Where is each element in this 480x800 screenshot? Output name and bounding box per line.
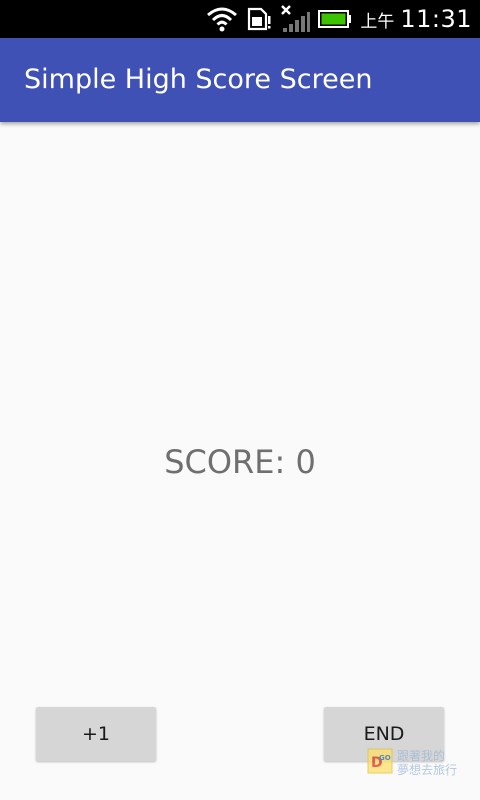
svg-text:GO: GO — [379, 754, 391, 762]
watermark-line1: 跟著我的 — [397, 749, 446, 763]
battery-icon — [318, 9, 352, 29]
clock: 上午 11:31 — [360, 5, 472, 33]
increment-button[interactable]: +1 — [36, 707, 156, 761]
screen: 上午 11:31 Simple High Score Screen SCORE:… — [0, 0, 480, 800]
clock-ampm: 上午 — [360, 12, 395, 32]
status-bar: 上午 11:31 — [0, 0, 480, 38]
sim-card-icon — [246, 6, 272, 32]
wifi-icon — [206, 6, 238, 32]
watermark-text: 跟著我的 夢想去旅行 — [397, 749, 457, 777]
score-label: SCORE: 0 — [164, 443, 316, 481]
app-bar: Simple High Score Screen — [0, 38, 480, 122]
status-icons: 上午 11:31 — [206, 0, 472, 38]
watermark: D GO 跟著我的 夢想去旅行 — [367, 748, 475, 778]
signal-icon — [280, 4, 311, 34]
watermark-line2: 夢想去旅行 — [397, 763, 458, 777]
app-title: Simple High Score Screen — [24, 64, 373, 95]
clock-time: 11:31 — [400, 5, 472, 33]
watermark-logo-icon: D GO — [367, 748, 393, 778]
